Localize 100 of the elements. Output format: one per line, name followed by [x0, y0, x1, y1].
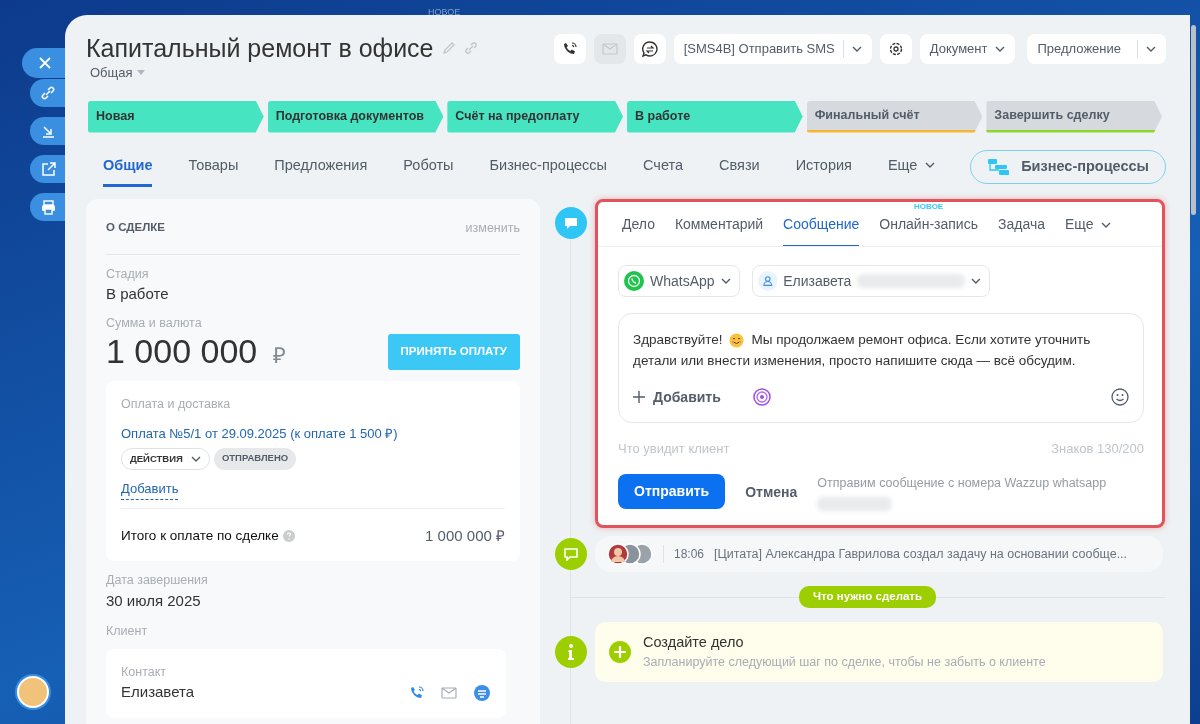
nav-tab[interactable]: Связи: [719, 154, 760, 188]
card-subtitle: Запланируйте следующий шаг по сделке, чтобы не забыть о клиенте: [643, 654, 1046, 672]
user-avatar[interactable]: [17, 676, 49, 708]
stage-step[interactable]: Счёт на предоплату: [447, 100, 623, 133]
field-label: Дата завершения: [106, 571, 209, 589]
character-counter: Знаков 130/200: [1051, 439, 1144, 458]
chevron-down-icon: [1101, 221, 1112, 228]
external-link-button[interactable]: [30, 155, 66, 183]
nav-tab[interactable]: Роботы: [403, 154, 454, 188]
create-activity-card[interactable]: Создайте дело Запланируйте следующий шаг по сделке, чтобы не забыть о клиенте: [595, 621, 1163, 682]
section-heading: О СДЕЛКЕ: [106, 220, 165, 236]
payment-link[interactable]: Оплата №5/1 от 29.09.2025 (к оплате 1 500 ₽): [121, 423, 398, 444]
mail-icon: [601, 43, 618, 55]
nav-tab[interactable]: Предложения: [274, 154, 368, 188]
event-time: 18:06: [674, 546, 705, 564]
contact-name[interactable]: Елизавета: [121, 681, 195, 704]
add-icon: [609, 640, 631, 663]
history-item[interactable]: 18:06 [Цитата] Александра Гаврилова создал задачу на основании сообще...: [595, 536, 1163, 573]
nav-tab[interactable]: Счета: [643, 154, 684, 188]
info-icon: [555, 635, 587, 668]
new-label: НОВОЕ: [428, 6, 461, 19]
chat-icon: [640, 40, 659, 58]
settings-button[interactable]: [879, 34, 912, 64]
proposal-button[interactable]: Предложение: [1027, 34, 1166, 64]
stage-step[interactable]: Завершить сделку: [986, 100, 1163, 133]
send-button[interactable]: Отправить: [618, 474, 726, 510]
field-label: Стадия: [106, 265, 150, 283]
message-field[interactable]: Здравствуйте! Мы продолжаем ремонт офиса. Если хотите уточнить детали или внести изменения, просто напишите сюда — всё обсудим. Добавить: [618, 313, 1144, 423]
chat-button[interactable]: [633, 34, 666, 64]
card-title: Создайте дело: [643, 632, 745, 652]
phone-button[interactable]: [553, 34, 586, 64]
chevron-down-icon: [970, 278, 981, 285]
nav-tab[interactable]: Общие: [103, 154, 153, 188]
event-text: [Цитата] Александра Гаврилова создал задачу на основании сообще...: [714, 545, 1128, 563]
hint-text: Что увидит клиент: [618, 439, 730, 458]
currency-sign: ₽: [273, 341, 287, 370]
download-button[interactable]: [30, 117, 66, 145]
chevron-down-icon: [1146, 46, 1156, 52]
link-icon: [39, 84, 57, 102]
new-label: НОВОЕ: [914, 203, 944, 212]
actions-dropdown[interactable]: ДЕЙСТВИЯ: [121, 447, 210, 470]
composer-tab[interactable]: Задача: [998, 202, 1045, 247]
message-text: Мы продолжаем ремонт офиса. Если хотите уточнить: [751, 331, 1091, 350]
nav-tab[interactable]: Товары: [188, 154, 239, 188]
document-button[interactable]: Документ: [919, 34, 1016, 64]
channel-dropdown[interactable]: WhatsApp: [618, 265, 740, 298]
field-label: Контакт: [121, 663, 167, 681]
amount-value: 1 000 000: [106, 332, 258, 370]
composer-tab[interactable]: Комментарий: [674, 202, 764, 247]
field-label: Оплата и доставка: [121, 396, 232, 414]
more-tab[interactable]: Еще: [1065, 202, 1112, 247]
stage-step[interactable]: Новая: [88, 100, 264, 133]
deal-title: Капитальный ремонт в офисе: [86, 33, 434, 63]
add-link[interactable]: Добавить: [121, 479, 179, 500]
emoji-icon[interactable]: [1111, 388, 1129, 407]
more-tab[interactable]: Еще: [887, 154, 936, 188]
chat-icon[interactable]: [473, 683, 491, 702]
mail-icon: [441, 686, 457, 699]
scrollbar[interactable]: [1191, 25, 1196, 215]
smiling-face-icon: [729, 332, 745, 348]
link-button[interactable]: [30, 79, 66, 107]
stage-step[interactable]: Подготовка документов: [267, 100, 444, 133]
process-icon: [987, 157, 1012, 176]
stage-step[interactable]: Финальный счёт: [806, 100, 983, 133]
nav-tab[interactable]: История: [795, 154, 852, 188]
nav-tab[interactable]: Бизнес-процессы: [489, 154, 608, 188]
field-label: Сумма и валюта: [106, 314, 203, 332]
chevron-down-icon: [190, 455, 201, 462]
date-value: 30 июля 2025: [106, 590, 202, 611]
composer-tab[interactable]: Дело: [622, 202, 655, 247]
add-button[interactable]: Добавить: [633, 386, 721, 408]
close-button[interactable]: [22, 48, 68, 78]
ai-assistant-icon[interactable]: [752, 388, 771, 407]
printer-icon: [39, 198, 57, 216]
phone-icon: [561, 41, 578, 57]
stage-value: В работе: [106, 284, 170, 305]
cancel-button[interactable]: Отмена: [737, 474, 806, 512]
status-badge: ОТПРАВЛЕНО: [213, 447, 297, 470]
comment-icon: [555, 538, 587, 571]
sms-button[interactable]: [SMS4B] Отправить SMS: [673, 34, 872, 64]
print-button[interactable]: [30, 193, 66, 221]
whatsapp-icon: [624, 271, 644, 292]
chevron-down-icon: [720, 278, 731, 285]
sender-note: Отправим сообщение с номера Wazzup whatsapp: [817, 475, 1107, 493]
message-text: Здравствуйте!: [633, 331, 723, 350]
stage-step[interactable]: В работе: [627, 100, 803, 133]
category-dropdown[interactable]: Общая: [90, 63, 145, 83]
composer-tab[interactable]: Сообщение: [783, 202, 860, 247]
chevron-down-icon: [925, 162, 936, 169]
participant-avatars: [607, 543, 653, 566]
settings-icon: [887, 41, 904, 57]
section-divider-label: Что нужно сделать: [798, 586, 937, 608]
field-label: Клиент: [106, 622, 149, 640]
close-icon: [39, 57, 51, 69]
message-text: детали или внести изменения, просто напишите сюда — всё обсудим.: [633, 352, 1076, 368]
total-value: 1 000 000 ₽: [425, 525, 505, 546]
plus-icon: [633, 391, 645, 404]
external-link-icon: [39, 160, 57, 178]
recipient-dropdown[interactable]: Елизавета: [751, 265, 990, 298]
chevron-down-icon: [851, 46, 862, 52]
